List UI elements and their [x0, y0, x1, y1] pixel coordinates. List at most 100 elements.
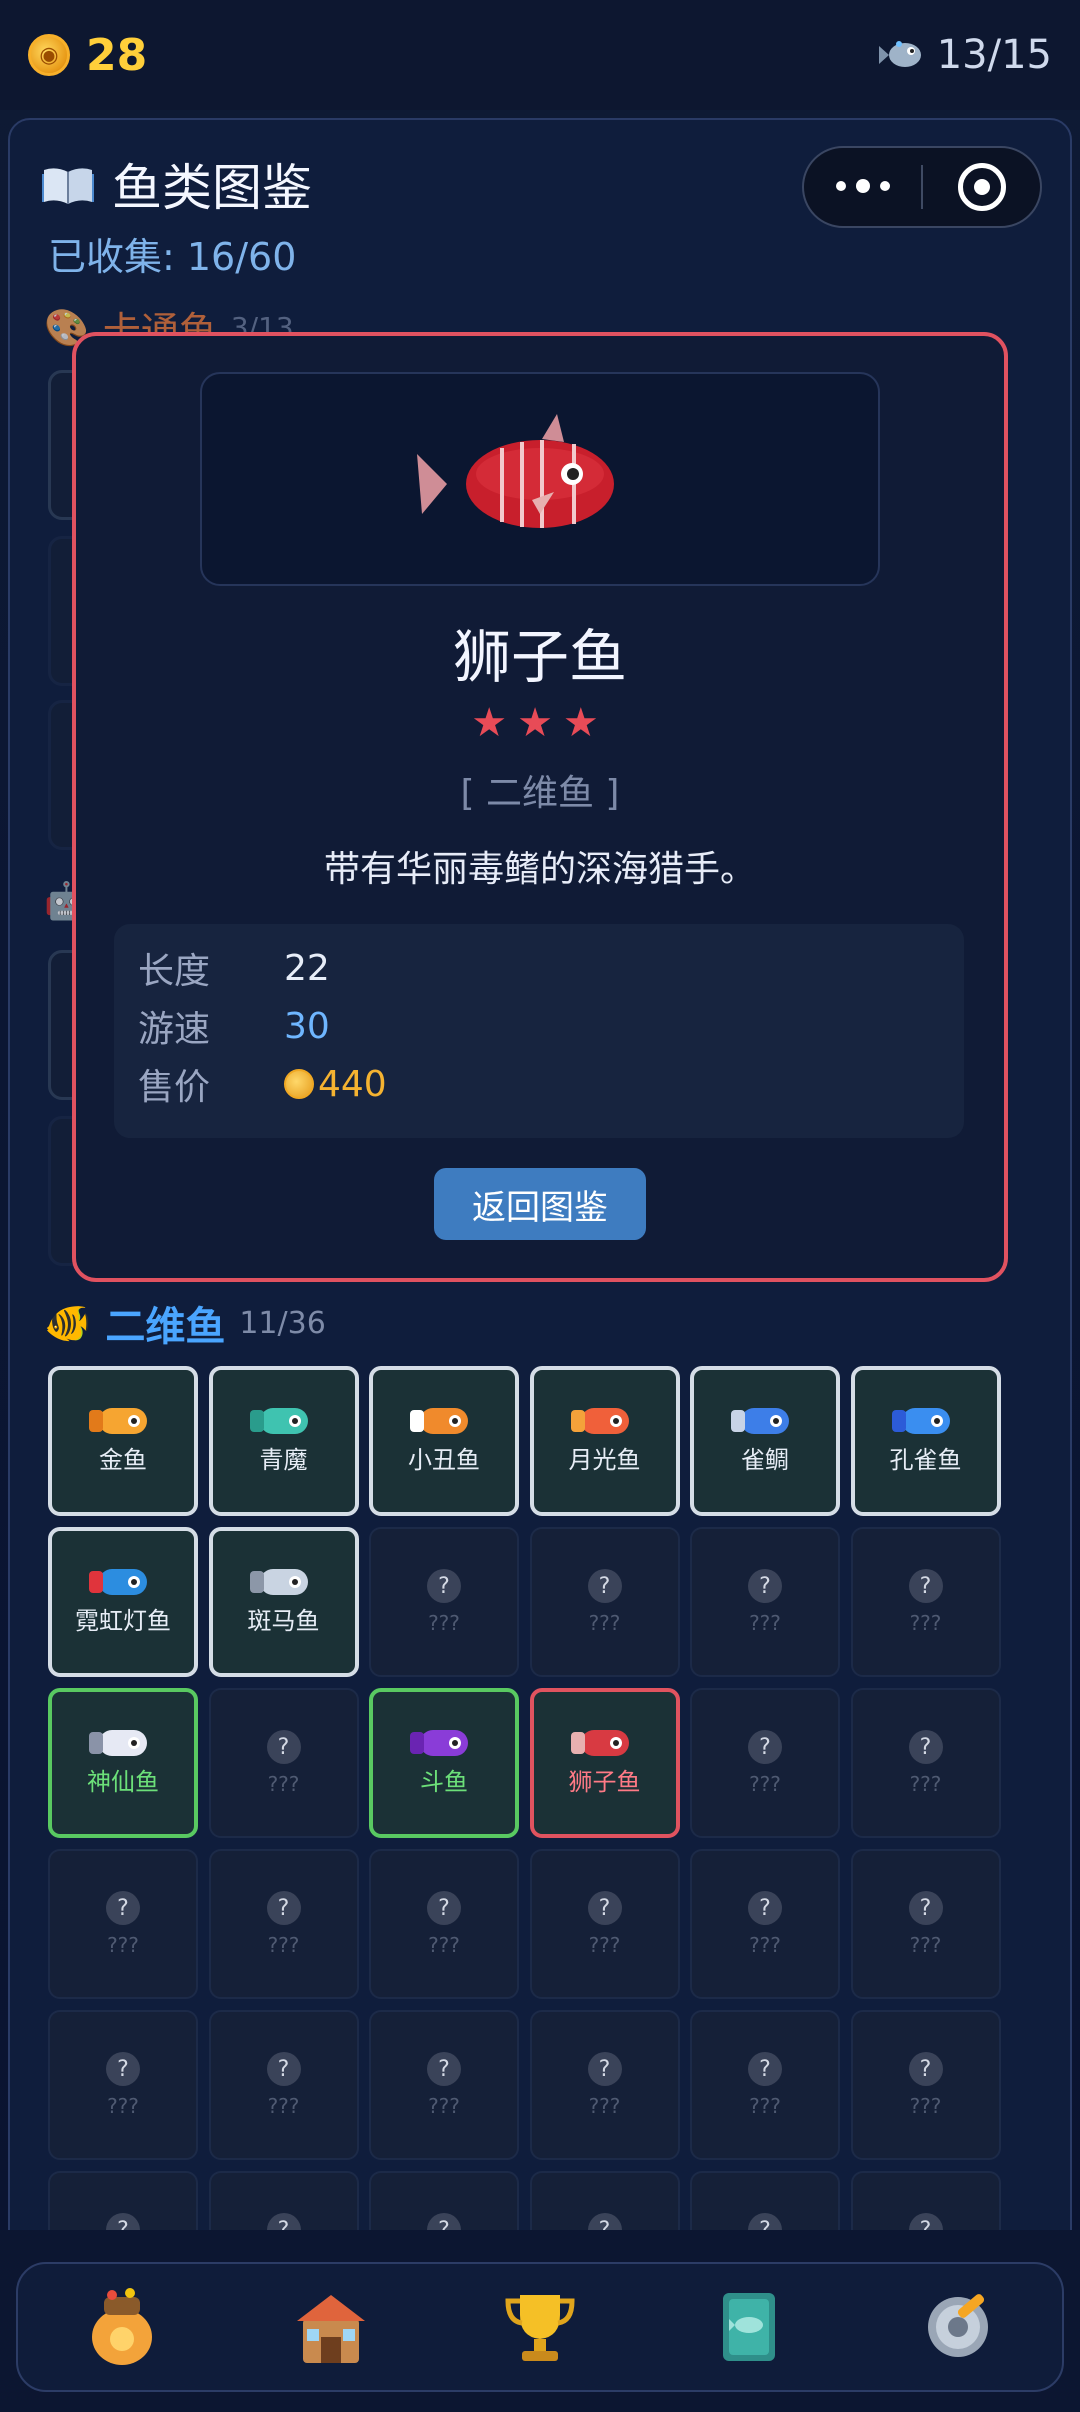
page-title: 鱼类图鉴 — [40, 148, 312, 220]
locked-fish-cell[interactable]: ???? — [529, 2010, 680, 2160]
fish-icon — [89, 1568, 147, 1595]
stat-label: 长度 — [138, 951, 211, 992]
fish-cell[interactable]: 斑马鱼 — [208, 1527, 359, 1677]
bottom-nav — [16, 2262, 1064, 2392]
fish-cell-label: 月光鱼 — [568, 1445, 641, 1474]
stat-value: 30 — [284, 1005, 330, 1047]
tank-count: 13/15 — [936, 32, 1052, 78]
fish-cell[interactable]: 狮子鱼 — [529, 1688, 680, 1838]
locked-label: ??? — [428, 1611, 460, 1635]
open-book-icon — [40, 162, 96, 206]
more-menu-button[interactable] — [804, 179, 921, 193]
fish-cell[interactable]: 斗鱼 — [369, 1688, 519, 1838]
tropical-fish-icon: 🐠 — [44, 1300, 92, 1345]
category-2d-fish[interactable]: 🐠 二维鱼 11/36 — [44, 1294, 326, 1352]
fish-tank-icon — [878, 36, 925, 74]
coin-count: 28 — [86, 29, 148, 81]
locked-fish-cell[interactable]: ???? — [208, 1849, 359, 1999]
locked-label: ??? — [909, 1933, 942, 1957]
fish-cell[interactable]: 孔雀鱼 — [850, 1366, 1001, 1516]
stat-label: 游速 — [138, 1009, 211, 1050]
settings-icon[interactable] — [913, 2282, 1003, 2372]
locked-fish-cell[interactable]: ???? — [690, 1688, 840, 1838]
locked-label: ??? — [107, 2094, 139, 2118]
miniprogram-capsule — [802, 146, 1042, 228]
bag-icon[interactable] — [77, 2282, 167, 2372]
locked-label: ??? — [107, 1933, 139, 1957]
locked-fish-cell[interactable]: ???? — [48, 1849, 198, 1999]
locked-fish-cell[interactable]: ???? — [850, 2010, 1001, 2160]
fish-cell-label: 狮子鱼 — [568, 1767, 641, 1796]
category-2d-name: 二维鱼 — [105, 1304, 226, 1350]
locked-fish-cell[interactable]: ???? — [690, 1849, 840, 1999]
fish-icon — [249, 1407, 308, 1434]
question-icon: ? — [587, 1891, 622, 1925]
fish-cell[interactable]: 神仙鱼 — [48, 1688, 198, 1838]
locked-fish-cell[interactable]: ???? — [529, 1527, 680, 1677]
locked-fish-cell[interactable]: ???? — [369, 2010, 519, 2160]
stat-row-price: 售价 440 — [138, 1058, 387, 1110]
coin-icon — [284, 1069, 314, 1099]
locked-label: ??? — [588, 1611, 621, 1635]
question-icon: ? — [106, 2052, 140, 2086]
question-icon: ? — [908, 1891, 943, 1925]
locked-fish-cell[interactable]: ???? — [208, 1688, 359, 1838]
locked-label: ??? — [749, 1933, 781, 1957]
trophy-icon[interactable] — [495, 2282, 585, 2372]
locked-fish-cell[interactable]: ???? — [208, 2010, 359, 2160]
question-icon: ? — [106, 1891, 140, 1925]
page-title-text: 鱼类图鉴 — [112, 159, 312, 217]
fish-category: [ 二维鱼 ] — [460, 773, 620, 814]
locked-label: ??? — [428, 2094, 460, 2118]
fish-cell[interactable]: 青魔 — [208, 1366, 359, 1516]
shop-icon[interactable] — [286, 2282, 376, 2372]
locked-label: ??? — [909, 2094, 942, 2118]
locked-label: ??? — [909, 1772, 942, 1796]
fish-cell[interactable]: 月光鱼 — [529, 1366, 680, 1516]
fish-cell-label: 孔雀鱼 — [889, 1445, 962, 1474]
locked-fish-cell[interactable]: ???? — [48, 2010, 198, 2160]
locked-fish-cell[interactable]: ???? — [850, 1688, 1001, 1838]
locked-fish-cell[interactable]: ???? — [369, 1849, 519, 1999]
locked-fish-cell[interactable]: ???? — [850, 1527, 1001, 1677]
fish-cell-label: 神仙鱼 — [87, 1767, 159, 1796]
question-icon: ? — [908, 1569, 943, 1603]
fish-cell[interactable]: 小丑鱼 — [369, 1366, 519, 1516]
fish-preview-frame — [200, 372, 880, 586]
stat-label: 售价 — [138, 1067, 211, 1108]
stat-row-speed: 游速 30 — [138, 1000, 330, 1052]
fish-name: 狮子鱼 — [452, 623, 627, 691]
locked-fish-cell[interactable]: ???? — [369, 1527, 519, 1677]
locked-fish-cell[interactable]: ???? — [529, 1849, 680, 1999]
locked-fish-cell[interactable]: ???? — [850, 1849, 1001, 1999]
fish-icon — [731, 1407, 789, 1434]
fish-cell[interactable]: 雀鲷 — [690, 1366, 840, 1516]
question-icon: ? — [427, 2052, 461, 2086]
stat-value-price: 440 — [284, 1064, 387, 1105]
price-value: 440 — [318, 1063, 387, 1105]
lionfish-illustration — [417, 414, 614, 528]
locked-fish-cell[interactable]: ???? — [690, 2010, 840, 2160]
fish-cell-label: 小丑鱼 — [408, 1445, 480, 1474]
stat-row-length: 长度 22 — [138, 942, 330, 994]
collected-count: 已收集: 16/60 — [48, 235, 297, 279]
locked-label: ??? — [909, 1611, 942, 1635]
fish-cell-label: 青魔 — [259, 1445, 308, 1474]
back-to-encyclopedia-button[interactable]: 返回图鉴 — [434, 1168, 646, 1240]
book-icon[interactable] — [704, 2282, 794, 2372]
close-miniprogram-button[interactable] — [923, 163, 1040, 211]
locked-fish-cell[interactable]: ???? — [690, 1527, 840, 1677]
locked-label: ??? — [588, 2094, 621, 2118]
question-icon: ? — [587, 2052, 622, 2086]
stat-value: 22 — [284, 947, 330, 989]
tank-capacity: 13/15 — [878, 32, 1052, 78]
fish-icon — [89, 1407, 147, 1434]
question-icon: ? — [908, 2052, 943, 2086]
question-icon: ? — [908, 1730, 943, 1764]
question-icon: ? — [427, 1891, 461, 1925]
fish-cell[interactable]: 金鱼 — [48, 1366, 198, 1516]
locked-label: ??? — [267, 2094, 300, 2118]
fish-icon — [410, 1729, 468, 1756]
locked-label: ??? — [428, 1933, 460, 1957]
fish-cell[interactable]: 霓虹灯鱼 — [48, 1527, 198, 1677]
